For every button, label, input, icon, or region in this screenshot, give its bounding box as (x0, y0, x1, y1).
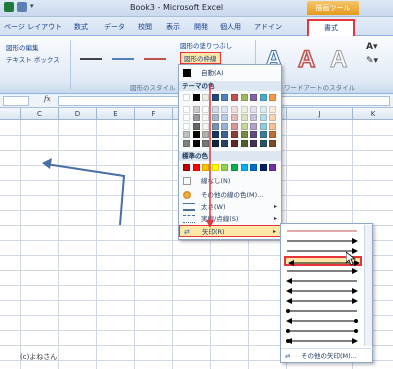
mouse-cursor-icon (346, 252, 356, 266)
arrow-style-option[interactable] (284, 326, 362, 336)
arrow-style-option[interactable] (284, 266, 362, 276)
arrow-style-option[interactable] (284, 236, 362, 246)
scrollbar[interactable] (364, 225, 372, 346)
arrow-style-option[interactable] (284, 286, 362, 296)
arrow-style-submenu: ⇄ その他の矢印(M)... (280, 223, 373, 363)
arrow-style-option[interactable] (284, 316, 362, 326)
arrow-style-option[interactable] (284, 226, 362, 236)
arrow-style-option[interactable] (284, 276, 362, 286)
arrows-icon: ⇄ (285, 352, 291, 360)
arrow-style-option[interactable] (284, 336, 362, 346)
arrow-style-option[interactable] (284, 296, 362, 306)
menu-item-more-arrows[interactable]: ⇄ その他の矢印(M)... (281, 348, 373, 362)
arrow-style-option[interactable] (284, 306, 362, 316)
